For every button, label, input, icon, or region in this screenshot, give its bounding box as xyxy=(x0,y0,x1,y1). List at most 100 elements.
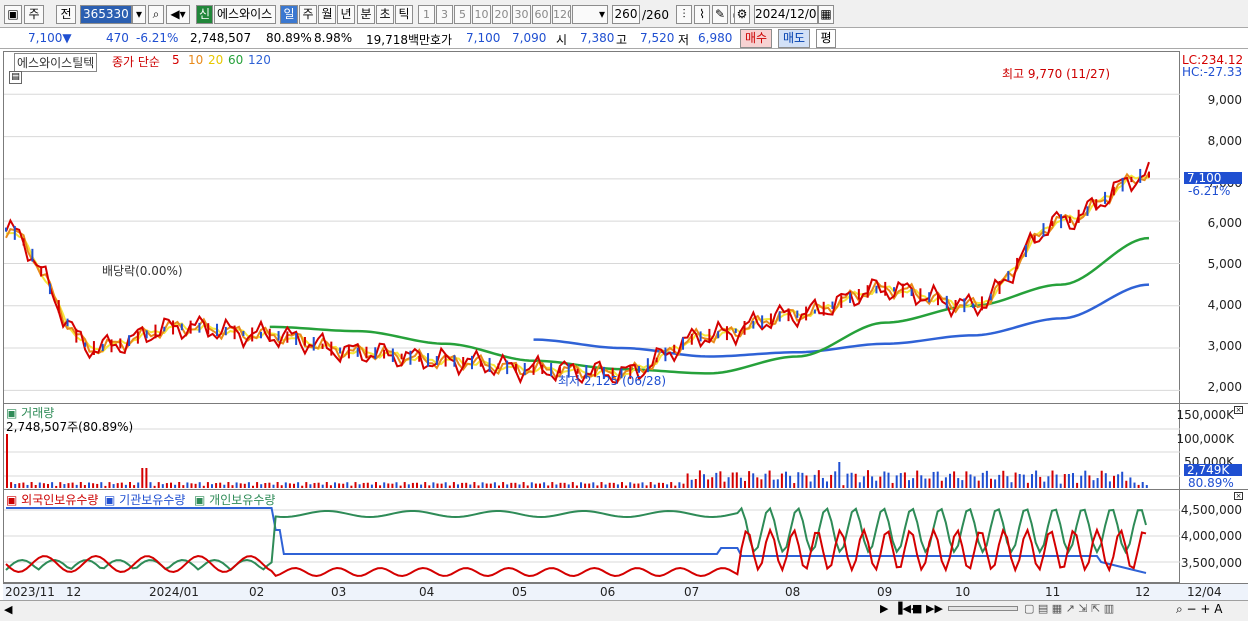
volume-bar xyxy=(461,482,464,488)
volume-bar xyxy=(55,485,58,488)
current-price-marker: 7,100 xyxy=(1184,172,1242,184)
low-label: 저 xyxy=(678,33,690,47)
period-year[interactable]: 년 xyxy=(337,5,355,24)
volume-bar xyxy=(985,470,988,488)
candle xyxy=(383,349,386,359)
volume-bar xyxy=(723,481,726,488)
candle-icon[interactable]: ⫶ xyxy=(676,5,692,24)
volume-bar xyxy=(223,484,226,488)
date-input[interactable]: 2024/12/04 xyxy=(754,5,818,24)
volume-bar xyxy=(621,482,623,488)
current-pct-marker: -6.21% xyxy=(1188,184,1231,198)
sell-button[interactable]: 매도 xyxy=(778,29,810,48)
prev-select[interactable]: 전 xyxy=(56,5,76,24)
period-week[interactable]: 주 xyxy=(299,5,317,24)
forward-icon[interactable]: ▶▶ xyxy=(926,602,943,615)
candle xyxy=(57,300,60,313)
period-month[interactable]: 월 xyxy=(318,5,336,24)
x-tick: 10 xyxy=(955,585,971,599)
volume-bar xyxy=(178,482,181,488)
volume-bar xyxy=(498,485,500,488)
volume-bar xyxy=(116,483,119,488)
price-ytick: 8,000 xyxy=(1207,134,1242,148)
calendar-icon[interactable]: ▦ xyxy=(818,5,834,24)
volume-bar xyxy=(346,482,349,488)
candle xyxy=(189,320,192,334)
hc-value: HC:-27.33 xyxy=(1182,65,1243,79)
volume-bar xyxy=(1018,474,1021,488)
gear-icon[interactable]: ⚙ xyxy=(734,5,750,24)
scroll-left-icon[interactable]: ◀ xyxy=(4,603,12,616)
interval-1[interactable]: 1 xyxy=(418,5,435,24)
speaker-icon[interactable]: ◀▾ xyxy=(166,5,190,24)
low-price: 6,980 xyxy=(698,31,733,45)
volume-bar xyxy=(539,483,541,488)
volume-bar xyxy=(826,481,828,488)
price-chart xyxy=(4,93,1180,391)
volume-bar xyxy=(612,482,615,488)
volume-bar xyxy=(38,482,41,488)
type-select[interactable]: 주 xyxy=(24,5,44,24)
count-input[interactable]: 260 xyxy=(612,5,640,24)
search-icon[interactable]: ⌕ xyxy=(148,5,164,24)
volume-bar xyxy=(805,475,808,488)
x-tick: 04 xyxy=(419,585,435,599)
draw-icon[interactable]: ✎ xyxy=(712,5,728,24)
eval-button[interactable]: 평 xyxy=(816,29,836,48)
volume-bar xyxy=(969,474,972,488)
candle xyxy=(761,315,764,328)
chevron-down-icon[interactable]: ▾ xyxy=(132,5,146,24)
close-icon[interactable]: × xyxy=(1234,406,1243,414)
stop-icon[interactable]: ■ xyxy=(912,602,922,615)
period-tick[interactable]: 틱 xyxy=(395,5,413,24)
volume-bar xyxy=(436,483,439,488)
volume-bar xyxy=(908,480,910,488)
volume-bar xyxy=(961,480,964,488)
interval-30[interactable]: 30 xyxy=(512,5,531,24)
volume-bar xyxy=(809,481,812,488)
candle xyxy=(875,285,878,294)
price-ytick: 5,000 xyxy=(1207,257,1242,271)
volume-bar xyxy=(1125,480,1128,488)
code-input[interactable]: 365330 xyxy=(80,5,132,24)
period-day[interactable]: 일 xyxy=(280,5,298,24)
volume-bar xyxy=(174,484,177,488)
x-tick: 07 xyxy=(684,585,700,599)
interval-3[interactable]: 3 xyxy=(436,5,453,24)
high-price: 7,520 xyxy=(640,31,675,45)
ma-120-label: 120 xyxy=(248,53,271,67)
zoom-slider[interactable] xyxy=(948,606,1018,611)
volume-bar xyxy=(75,484,78,488)
custom-interval[interactable]: ▾ xyxy=(572,5,608,24)
zoom-controls[interactable]: ⌕ − + A xyxy=(1176,602,1222,617)
volume-bar xyxy=(653,484,656,488)
interval-120[interactable]: 120 xyxy=(552,5,571,24)
volume-bar xyxy=(584,483,587,488)
toolbar-icons[interactable]: ▢ ▤ ▦ ↗ ⇲ ⇱ ▥ xyxy=(1024,602,1114,615)
volume-bar xyxy=(1137,484,1140,488)
table-icon[interactable]: ▤ xyxy=(9,71,22,84)
buy-button[interactable]: 매수 xyxy=(740,29,772,48)
volume-bar xyxy=(834,471,837,488)
volume-bar xyxy=(403,482,406,488)
volume-bar xyxy=(10,482,13,488)
period-sec[interactable]: 초 xyxy=(376,5,394,24)
close-icon[interactable]: × xyxy=(1234,492,1243,500)
toolbar: ▣ 주 전 365330 ▾ ⌕ ◀▾ 신 에스와이스 일 주 월 년 분 초 … xyxy=(0,0,1248,28)
volume-bar xyxy=(789,475,792,488)
volume-bar xyxy=(629,482,632,488)
period-min[interactable]: 분 xyxy=(357,5,375,24)
individual-holdings-title: ▣ 개인보유수량 xyxy=(194,493,276,507)
chart-type-icon[interactable]: ⌇ xyxy=(694,5,710,24)
interval-60[interactable]: 60 xyxy=(532,5,551,24)
layout-icon[interactable]: ▣ xyxy=(4,5,22,24)
interval-5[interactable]: 5 xyxy=(454,5,471,24)
volume-bar xyxy=(493,482,496,488)
interval-20[interactable]: 20 xyxy=(492,5,511,24)
interval-10[interactable]: 10 xyxy=(472,5,491,24)
volume-bar xyxy=(34,484,37,488)
scroll-right-icon[interactable]: ▶ xyxy=(880,602,888,615)
ma-10-label: 10 xyxy=(188,53,204,67)
stock-name[interactable]: 에스와이스 xyxy=(214,5,276,24)
volume-bar xyxy=(871,476,874,488)
